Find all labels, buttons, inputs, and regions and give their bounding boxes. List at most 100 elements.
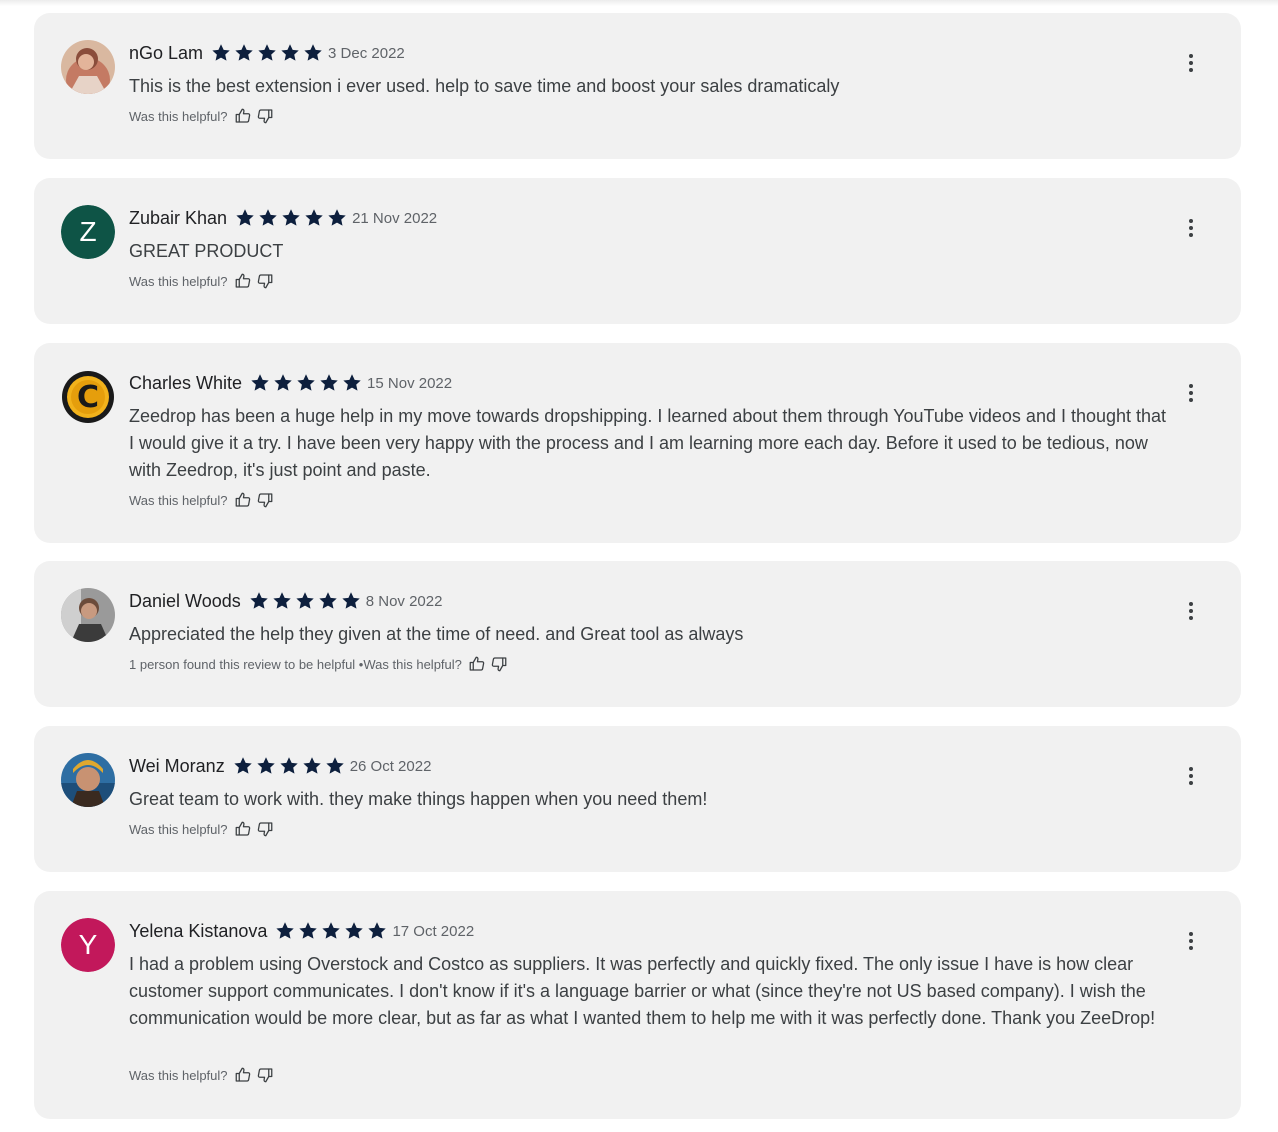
review-date: 17 Oct 2022 xyxy=(392,922,475,940)
review-date: 26 Oct 2022 xyxy=(349,757,432,775)
star-rating xyxy=(232,755,347,777)
thumbs-up-icon[interactable] xyxy=(234,491,252,509)
reviewer-name: Charles White xyxy=(129,372,243,393)
star-rating xyxy=(249,372,364,394)
more-vert-icon[interactable] xyxy=(1179,599,1203,623)
star-icon xyxy=(304,44,322,61)
more-vert-icon[interactable] xyxy=(1179,929,1203,953)
star-icon xyxy=(276,922,295,939)
helpful-prompt: Was this helpful? xyxy=(363,656,462,672)
more-vert-icon[interactable] xyxy=(1179,216,1203,240)
helpful-prompt: Was this helpful? xyxy=(129,108,228,124)
star-icon xyxy=(257,757,275,774)
review-text: I had a problem using Overstock and Cost… xyxy=(129,954,1156,1028)
reviewer-name: Zubair Khan xyxy=(129,207,228,228)
star-rating xyxy=(274,920,389,942)
avatar-letter: Y xyxy=(61,918,115,972)
star-icon xyxy=(281,44,299,61)
thumbs-up-icon[interactable] xyxy=(234,1066,252,1084)
more-vert-icon[interactable] xyxy=(1179,764,1203,788)
star-icon xyxy=(251,374,269,391)
star-rating xyxy=(210,42,325,64)
reviewer-name: Daniel Woods xyxy=(129,590,241,611)
review-card: nGo Lam 3 Dec 2022 This is the best exte… xyxy=(34,13,1241,159)
star-icon xyxy=(273,592,291,609)
star-icon xyxy=(319,592,337,609)
star-icon xyxy=(343,374,361,391)
star-icon xyxy=(299,922,318,939)
review-text: This is the best extension i ever used. … xyxy=(129,76,840,96)
star-icon xyxy=(322,922,341,939)
thumbs-up-icon[interactable] xyxy=(234,272,252,290)
avatar: Z xyxy=(61,205,115,259)
avatar xyxy=(61,40,115,94)
star-icon xyxy=(297,374,315,391)
thumbs-up-icon[interactable] xyxy=(234,107,252,125)
review-date: 8 Nov 2022 xyxy=(365,592,443,610)
thumbs-up-icon[interactable] xyxy=(468,655,486,673)
star-icon xyxy=(250,592,268,609)
review-text: Appreciated the help they given at the t… xyxy=(129,624,744,644)
review-card: Z Zubair Khan 21 Nov 2022 GREAT PRODUCT … xyxy=(34,178,1241,324)
thumbs-down-icon[interactable] xyxy=(256,272,274,290)
helpful-row: Was this helpful? xyxy=(129,491,274,509)
reviewer-name: nGo Lam xyxy=(129,42,204,63)
star-icon xyxy=(258,44,276,61)
helpful-prompt: Was this helpful? xyxy=(129,821,228,837)
helpful-row: 1 person found this review to be helpful… xyxy=(129,655,508,673)
more-vert-icon[interactable] xyxy=(1179,51,1203,75)
helpful-row: Was this helpful? xyxy=(129,107,274,125)
thumbs-down-icon[interactable] xyxy=(256,820,274,838)
review-card: Wei Moranz 26 Oct 2022 Great team to wor… xyxy=(34,726,1241,872)
reviewer-name: Wei Moranz xyxy=(129,755,225,776)
more-vert-icon[interactable] xyxy=(1179,381,1203,405)
reviewer-name: Yelena Kistanova xyxy=(129,920,268,941)
thumbs-up-icon[interactable] xyxy=(234,820,252,838)
star-icon xyxy=(259,209,277,226)
star-rating xyxy=(248,590,363,612)
helpful-prompt: Was this helpful? xyxy=(129,273,228,289)
helpful-prompt: Was this helpful? xyxy=(129,492,228,508)
review-text: GREAT PRODUCT xyxy=(129,241,284,261)
star-icon xyxy=(236,209,254,226)
avatar: Y xyxy=(61,918,115,972)
star-icon xyxy=(235,44,253,61)
star-icon xyxy=(212,44,230,61)
star-icon xyxy=(320,374,338,391)
star-icon xyxy=(280,757,298,774)
helpful-count: 1 person found this review to be helpful… xyxy=(129,656,364,672)
review-text: Zeedrop has been a huge help in my move … xyxy=(129,406,1167,480)
avatar xyxy=(61,753,115,807)
star-icon xyxy=(345,922,364,939)
review-date: 21 Nov 2022 xyxy=(352,209,438,227)
star-icon xyxy=(303,757,321,774)
star-icon xyxy=(305,209,323,226)
helpful-prompt: Was this helpful? xyxy=(129,1067,228,1083)
avatar: C xyxy=(61,370,115,424)
review-card: C Charles White 15 Nov 2022 Zeedrop has … xyxy=(34,343,1241,543)
helpful-row: Was this helpful? xyxy=(129,272,274,290)
thumbs-down-icon[interactable] xyxy=(256,1066,274,1084)
star-icon xyxy=(234,757,252,774)
review-card: Daniel Woods 8 Nov 2022 Appreciated the … xyxy=(34,561,1241,707)
review-text: Great team to work with. they make thing… xyxy=(129,789,708,809)
star-rating xyxy=(234,207,349,229)
avatar-logo-letter: C xyxy=(77,380,99,415)
review-date: 3 Dec 2022 xyxy=(328,44,405,62)
review-card: Y Yelena Kistanova 17 Oct 2022 I had a p… xyxy=(34,891,1241,1119)
star-icon xyxy=(274,374,292,391)
thumbs-down-icon[interactable] xyxy=(490,655,508,673)
star-icon xyxy=(326,757,344,774)
star-icon xyxy=(342,592,360,609)
star-icon xyxy=(328,209,346,226)
review-date: 15 Nov 2022 xyxy=(367,374,453,392)
thumbs-down-icon[interactable] xyxy=(256,107,274,125)
star-icon xyxy=(282,209,300,226)
avatar-letter: Z xyxy=(61,205,115,259)
helpful-row: Was this helpful? xyxy=(129,1066,274,1084)
avatar xyxy=(61,588,115,642)
top-shadow xyxy=(0,0,1278,6)
thumbs-down-icon[interactable] xyxy=(256,491,274,509)
star-icon xyxy=(368,922,387,939)
helpful-row: Was this helpful? xyxy=(129,820,274,838)
